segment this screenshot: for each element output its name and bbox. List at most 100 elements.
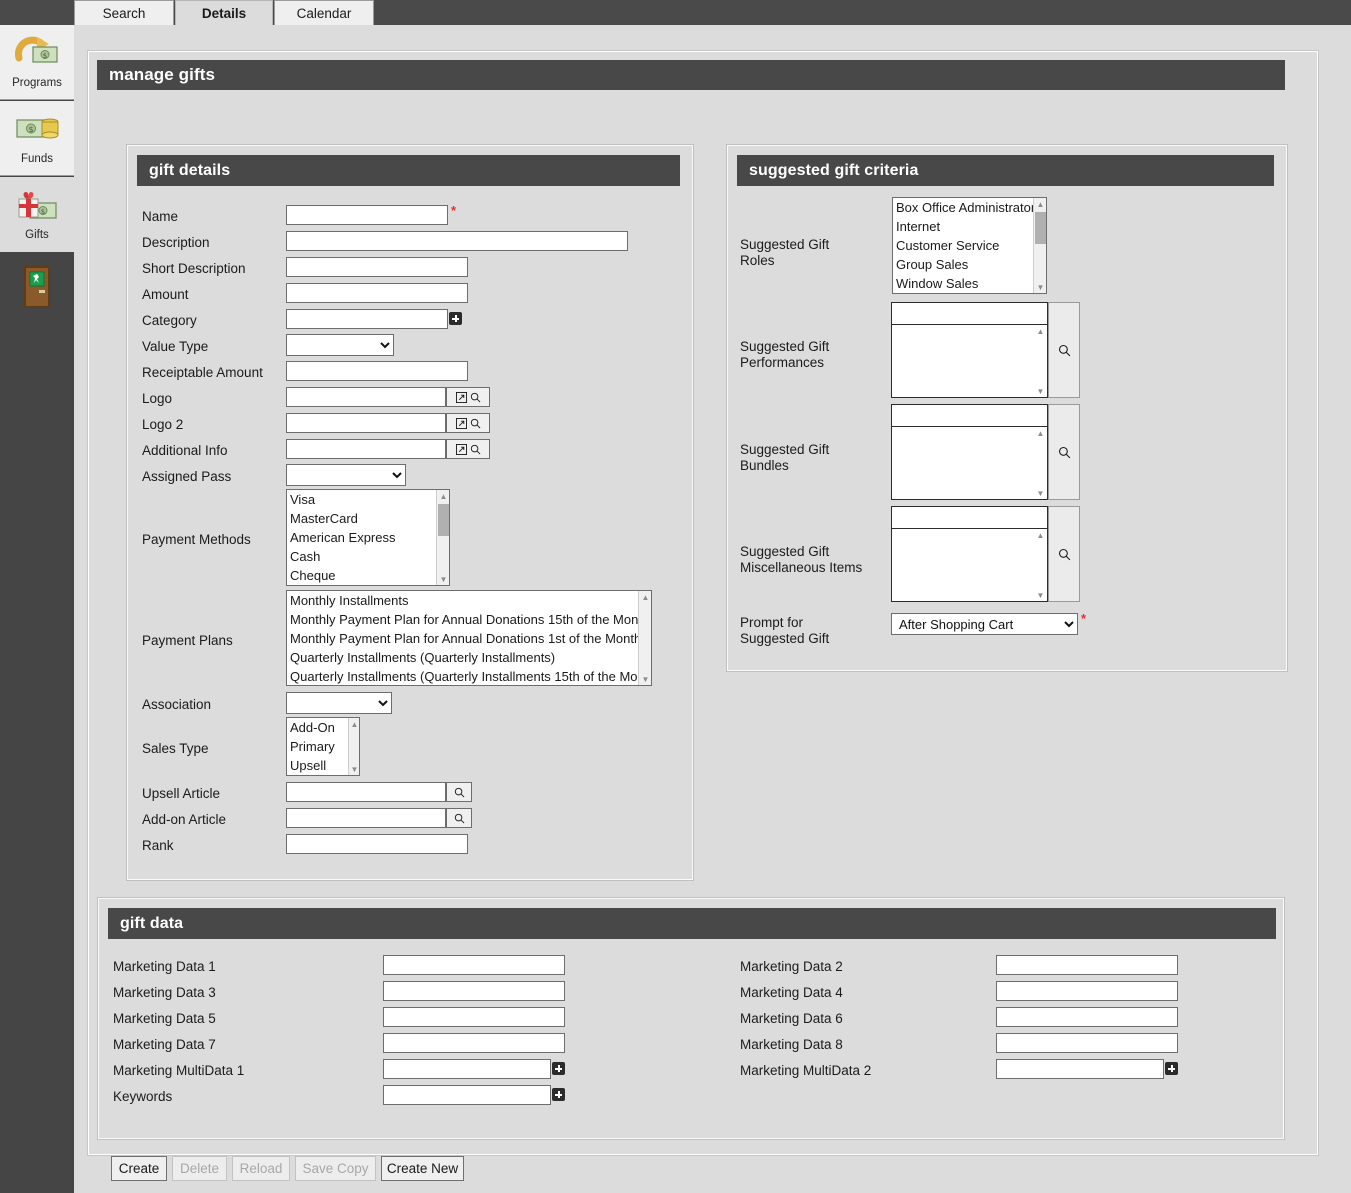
description-input[interactable]: [286, 231, 628, 251]
scroll-up-icon[interactable]: ▲: [1034, 427, 1047, 439]
upsell-article-input[interactable]: [286, 782, 446, 802]
marketing-data-1-input[interactable]: [383, 955, 565, 975]
category-plus-icon[interactable]: [449, 312, 462, 325]
marketing-data-8-input[interactable]: [996, 1033, 1178, 1053]
sidebar-item-gifts[interactable]: $ Gifts: [0, 177, 74, 252]
suggested-gift-roles-listbox[interactable]: Box Office Administrator Internet Custom…: [892, 197, 1047, 294]
sales-type-listbox[interactable]: Add-On Primary Upsell ▲ ▼: [286, 717, 360, 776]
scroll-up-icon[interactable]: ▲: [1034, 529, 1047, 541]
suggested-gift-bundles-list[interactable]: ▲ ▼: [891, 426, 1048, 500]
receiptable-amount-input[interactable]: [286, 361, 468, 381]
list-item[interactable]: Customer Service: [893, 236, 1034, 255]
scroll-down-icon[interactable]: ▼: [1034, 281, 1046, 293]
tab-calendar[interactable]: Calendar: [274, 0, 374, 25]
scrollbar-thumb[interactable]: [438, 504, 449, 536]
marketing-data-4-input[interactable]: [996, 981, 1178, 1001]
marketing-multidata-1-input[interactable]: [383, 1059, 551, 1079]
payment-plans-listbox[interactable]: Monthly Installments Monthly Payment Pla…: [286, 590, 652, 686]
logo-2-input[interactable]: [286, 413, 446, 433]
scroll-down-icon[interactable]: ▼: [1034, 385, 1047, 397]
upsell-article-search-button[interactable]: [446, 782, 472, 802]
create-button[interactable]: Create: [111, 1156, 167, 1181]
sidebar-item-programs[interactable]: $ Programs: [0, 25, 74, 100]
suggested-gift-misc-items-input[interactable]: [891, 506, 1048, 529]
list-item[interactable]: American Express: [287, 528, 437, 547]
keywords-input[interactable]: [383, 1085, 551, 1105]
list-item[interactable]: Internet: [893, 217, 1034, 236]
list-item[interactable]: Quarterly Installments (Quarterly Instal…: [287, 667, 639, 685]
value-type-select[interactable]: [286, 334, 394, 356]
scroll-up-icon[interactable]: ▲: [349, 718, 359, 730]
marketing-multidata-2-input[interactable]: [996, 1059, 1164, 1079]
assigned-pass-select[interactable]: [286, 464, 406, 486]
suggested-gift-performances-list[interactable]: ▲ ▼: [891, 324, 1048, 398]
suggested-gift-performances-input[interactable]: [891, 302, 1048, 325]
marketing-data-6-input[interactable]: [996, 1007, 1178, 1027]
scroll-up-icon[interactable]: ▲: [639, 591, 651, 603]
scroll-down-icon[interactable]: ▼: [639, 673, 651, 685]
keywords-plus-icon[interactable]: [552, 1088, 565, 1101]
sales-type-scrollbar[interactable]: ▲ ▼: [348, 718, 359, 775]
scroll-down-icon[interactable]: ▼: [1034, 589, 1047, 601]
addon-article-input[interactable]: [286, 808, 446, 828]
list-item[interactable]: Visa: [287, 490, 437, 509]
scrollbar-thumb[interactable]: [1035, 212, 1046, 244]
list-item[interactable]: Group Sales: [893, 255, 1034, 274]
list-item[interactable]: MasterCard: [287, 509, 437, 528]
prompt-for-suggested-gift-select[interactable]: After Shopping Cart: [891, 613, 1078, 635]
scroll-down-icon[interactable]: ▼: [437, 573, 449, 585]
marketing-data-7-input[interactable]: [383, 1033, 565, 1053]
bundles-scrollbar[interactable]: ▲ ▼: [1034, 427, 1047, 499]
marketing-multidata-2-plus-icon[interactable]: [1165, 1062, 1178, 1075]
tab-details[interactable]: Details: [175, 0, 273, 25]
scroll-down-icon[interactable]: ▼: [1034, 487, 1047, 499]
marketing-data-3-input[interactable]: [383, 981, 565, 1001]
category-input[interactable]: [286, 309, 448, 329]
scroll-up-icon[interactable]: ▲: [1034, 325, 1047, 337]
tab-search[interactable]: Search: [74, 0, 174, 25]
logo-actions[interactable]: [446, 387, 490, 407]
name-input[interactable]: [286, 205, 448, 225]
addon-article-search-button[interactable]: [446, 808, 472, 828]
list-item[interactable]: Quarterly Installments (Quarterly Instal…: [287, 648, 639, 667]
suggested-gift-bundles-input[interactable]: [891, 404, 1048, 427]
association-select[interactable]: [286, 692, 392, 714]
rank-input[interactable]: [286, 834, 468, 854]
suggested-gift-misc-items-search-button[interactable]: [1048, 506, 1080, 602]
list-item[interactable]: Primary: [287, 737, 348, 756]
scroll-down-icon[interactable]: ▼: [349, 763, 359, 775]
sidebar-item-exit[interactable]: [0, 253, 74, 328]
scroll-up-icon[interactable]: ▲: [1034, 198, 1046, 210]
suggested-gift-misc-items-list[interactable]: ▲ ▼: [891, 528, 1048, 602]
suggested-gift-performances-search-button[interactable]: [1048, 302, 1080, 398]
label-value-type: Value Type: [142, 339, 209, 354]
list-item[interactable]: Cash: [287, 547, 437, 566]
marketing-data-5-input[interactable]: [383, 1007, 565, 1027]
list-item[interactable]: Add-On: [287, 718, 348, 737]
payment-methods-scrollbar[interactable]: ▲ ▼: [436, 490, 449, 585]
payment-plans-scrollbar[interactable]: ▲ ▼: [638, 591, 651, 685]
marketing-multidata-1-plus-icon[interactable]: [552, 1062, 565, 1075]
sidebar-item-funds[interactable]: $ Funds: [0, 101, 74, 176]
suggested-gift-bundles-search-button[interactable]: [1048, 404, 1080, 500]
list-item[interactable]: Cheque: [287, 566, 437, 585]
list-item[interactable]: Monthly Payment Plan for Annual Donation…: [287, 629, 639, 648]
amount-input[interactable]: [286, 283, 468, 303]
scroll-up-icon[interactable]: ▲: [437, 490, 449, 502]
logo-2-actions[interactable]: [446, 413, 490, 433]
suggested-gift-roles-scrollbar[interactable]: ▲ ▼: [1033, 198, 1046, 293]
list-item[interactable]: Monthly Payment Plan for Annual Donation…: [287, 610, 639, 629]
list-item[interactable]: Box Office Administrator: [893, 198, 1034, 217]
list-item[interactable]: Window Sales: [893, 274, 1034, 293]
misc-items-scrollbar[interactable]: ▲ ▼: [1034, 529, 1047, 601]
marketing-data-2-input[interactable]: [996, 955, 1178, 975]
create-new-button[interactable]: Create New: [381, 1156, 464, 1181]
list-item[interactable]: Upsell: [287, 756, 348, 775]
payment-methods-listbox[interactable]: Visa MasterCard American Express Cash Ch…: [286, 489, 450, 586]
performances-scrollbar[interactable]: ▲ ▼: [1034, 325, 1047, 397]
logo-input[interactable]: [286, 387, 446, 407]
additional-info-input[interactable]: [286, 439, 446, 459]
additional-info-actions[interactable]: [446, 439, 490, 459]
short-description-input[interactable]: [286, 257, 468, 277]
list-item[interactable]: Monthly Installments: [287, 591, 639, 610]
